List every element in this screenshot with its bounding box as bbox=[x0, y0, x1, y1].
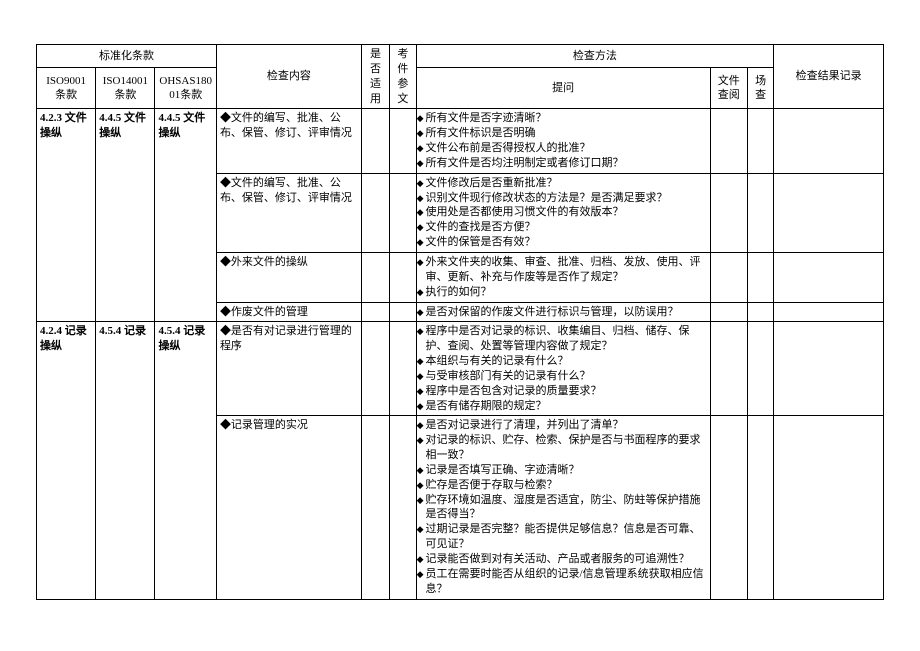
cell-content: ◆外来文件的操纵 bbox=[216, 252, 361, 302]
cell-ref bbox=[390, 252, 416, 302]
cell-iso14001: 4.4.5 文件操纵 bbox=[96, 109, 155, 322]
header-content: 检查内容 bbox=[216, 45, 361, 109]
cell-result bbox=[774, 416, 884, 599]
cell-questions: 是否对保留的作废文件进行标识与管理，以防误用？ bbox=[416, 302, 710, 322]
cell-applicable bbox=[361, 109, 390, 173]
cell-doc-review bbox=[710, 322, 747, 416]
cell-ref bbox=[390, 416, 416, 599]
header-applicable: 是否适用 bbox=[361, 45, 390, 109]
header-site-check: 场查 bbox=[747, 68, 773, 109]
cell-content: ◆作废文件的管理 bbox=[216, 302, 361, 322]
header-iso9001: ISO9001 条款 bbox=[37, 68, 96, 109]
cell-questions: 外来文件夹的收集、审查、批准、归档、发放、使用、评审、更新、补充与作废等是否作了… bbox=[416, 252, 710, 302]
header-result: 检查结果记录 bbox=[774, 45, 884, 109]
cell-ref bbox=[390, 109, 416, 173]
cell-site-check bbox=[747, 322, 773, 416]
cell-ohsas: 4.5.4 记录操纵 bbox=[155, 322, 216, 599]
cell-applicable bbox=[361, 322, 390, 416]
cell-doc-review bbox=[710, 302, 747, 322]
cell-content: ◆是否有对记录进行管理的程序 bbox=[216, 322, 361, 416]
cell-iso14001: 4.5.4 记录 bbox=[96, 322, 155, 599]
cell-questions: 文件修改后是否重新批准？识别文件现行修改状态的方法是？是否满足要求？使用处是否都… bbox=[416, 173, 710, 252]
table-row: 4.2.4 记录操纵4.5.4 记录4.5.4 记录操纵◆是否有对记录进行管理的… bbox=[37, 322, 884, 416]
header-question: 提问 bbox=[416, 68, 710, 109]
cell-ohsas: 4.4.5 文件操纵 bbox=[155, 109, 216, 322]
cell-ref bbox=[390, 173, 416, 252]
cell-content: ◆记录管理的实况 bbox=[216, 416, 361, 599]
cell-ref bbox=[390, 322, 416, 416]
cell-doc-review bbox=[710, 416, 747, 599]
header-ohsas: OHSAS18001条款 bbox=[155, 68, 216, 109]
cell-questions: 是否对记录进行了清理，并列出了清单？对记录的标识、贮存、检索、保护是否与书面程序… bbox=[416, 416, 710, 599]
cell-result bbox=[774, 173, 884, 252]
cell-result bbox=[774, 302, 884, 322]
cell-site-check bbox=[747, 252, 773, 302]
cell-site-check bbox=[747, 173, 773, 252]
cell-applicable bbox=[361, 252, 390, 302]
header-method-group: 检查方法 bbox=[416, 45, 774, 68]
cell-questions: 程序中是否对记录的标识、收集编目、归档、储存、保护、查阅、处置等管理内容做了规定… bbox=[416, 322, 710, 416]
cell-applicable bbox=[361, 173, 390, 252]
cell-site-check bbox=[747, 109, 773, 173]
cell-iso9001: 4.2.4 记录操纵 bbox=[37, 322, 96, 599]
table-row: 4.2.3 文件操纵4.4.5 文件操纵4.4.5 文件操纵◆文件的编写、批准、… bbox=[37, 109, 884, 173]
cell-doc-review bbox=[710, 173, 747, 252]
cell-questions: 所有文件是否字迹清晰？所有文件标识是否明确文件公布前是否得授权人的批准？所有文件… bbox=[416, 109, 710, 173]
cell-result bbox=[774, 109, 884, 173]
header-ref: 考件参文 bbox=[390, 45, 416, 109]
cell-content: ◆文件的编写、批准、公布、保管、修订、评审情况 bbox=[216, 173, 361, 252]
cell-result bbox=[774, 252, 884, 302]
cell-doc-review bbox=[710, 109, 747, 173]
header-doc-review: 文件查阅 bbox=[710, 68, 747, 109]
audit-checklist-table: 标准化条款 检查内容 是否适用 考件参文 检查方法 检查结果记录 ISO9001… bbox=[36, 44, 884, 600]
cell-result bbox=[774, 322, 884, 416]
header-iso14001: ISO14001 条款 bbox=[96, 68, 155, 109]
cell-site-check bbox=[747, 416, 773, 599]
cell-applicable bbox=[361, 416, 390, 599]
header-std-group: 标准化条款 bbox=[37, 45, 217, 68]
cell-applicable bbox=[361, 302, 390, 322]
cell-site-check bbox=[747, 302, 773, 322]
cell-content: ◆文件的编写、批准、公布、保管、修订、评审情况 bbox=[216, 109, 361, 173]
cell-iso9001: 4.2.3 文件操纵 bbox=[37, 109, 96, 322]
cell-ref bbox=[390, 302, 416, 322]
cell-doc-review bbox=[710, 252, 747, 302]
